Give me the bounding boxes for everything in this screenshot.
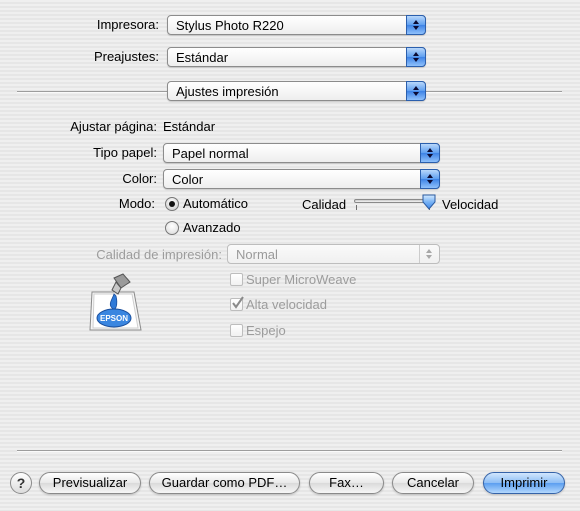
paper-type-value: Papel normal	[172, 146, 249, 161]
presets-label: Preajustes:	[93, 49, 159, 64]
paper-type-popup[interactable]: Papel normal	[163, 143, 440, 163]
paper-type-label: Tipo papel:	[93, 145, 157, 160]
printer-popup[interactable]: Stylus Photo R220	[167, 15, 426, 35]
slider-tick-left	[356, 205, 357, 210]
bottom-separator	[17, 450, 562, 452]
page-setup-value: Estándar	[163, 119, 216, 134]
color-popup[interactable]: Color	[163, 169, 440, 189]
color-value: Color	[172, 172, 204, 187]
popup-arrows-icon	[406, 81, 426, 101]
popup-arrows-icon	[406, 15, 426, 35]
super-microweave-label[interactable]: Super MicroWeave	[246, 272, 356, 288]
epson-printer-icon: EPSON	[89, 273, 142, 331]
help-button[interactable]: ?	[10, 472, 32, 494]
mirror-label[interactable]: Espejo	[246, 323, 286, 339]
save-as-pdf-button[interactable]: Guardar como PDF…	[149, 472, 300, 494]
mirror-checkbox[interactable]	[230, 324, 243, 337]
quality-speed-slider[interactable]	[354, 194, 438, 214]
slider-thumb-icon[interactable]	[422, 194, 436, 210]
popup-arrows-icon	[419, 245, 439, 263]
mode-auto-label[interactable]: Automático	[183, 196, 248, 212]
pane-popup[interactable]: Ajustes impresión	[167, 81, 426, 101]
pane-separator-left	[17, 91, 167, 93]
high-speed-label[interactable]: Alta velocidad	[246, 297, 327, 313]
popup-arrows-icon	[406, 47, 426, 67]
pane-value: Ajustes impresión	[176, 84, 279, 99]
epson-logo-text: EPSON	[100, 314, 128, 323]
presets-value: Estándar	[176, 50, 229, 65]
fax-button[interactable]: Fax…	[309, 472, 384, 494]
mode-advanced-radio[interactable]	[165, 221, 179, 235]
color-label: Color:	[122, 171, 157, 186]
print-quality-popup[interactable]: Normal	[227, 244, 440, 264]
mode-label: Modo:	[118, 196, 155, 211]
popup-arrows-icon	[420, 169, 440, 189]
print-quality-value: Normal	[236, 247, 278, 262]
presets-popup[interactable]: Estándar	[167, 47, 426, 67]
print-quality-label: Calidad de impresión:	[96, 247, 222, 262]
slider-left-label: Calidad	[302, 197, 347, 212]
checkmark-icon	[232, 296, 244, 309]
cancel-button[interactable]: Cancelar	[392, 472, 474, 494]
mode-auto-radio[interactable]	[165, 197, 179, 211]
high-speed-checkbox[interactable]	[230, 296, 244, 311]
popup-arrows-icon	[420, 143, 440, 163]
print-button[interactable]: Imprimir	[483, 472, 565, 494]
page-setup-label: Ajustar página:	[70, 119, 157, 134]
mode-advanced-label[interactable]: Avanzado	[183, 220, 241, 236]
printer-label: Impresora:	[96, 17, 159, 32]
printer-value: Stylus Photo R220	[176, 18, 284, 33]
preview-button[interactable]: Previsualizar	[39, 472, 141, 494]
radio-dot-icon	[169, 201, 175, 207]
pane-separator-right	[426, 91, 562, 93]
slider-right-label: Velocidad	[442, 197, 499, 212]
super-microweave-checkbox[interactable]	[230, 273, 243, 286]
